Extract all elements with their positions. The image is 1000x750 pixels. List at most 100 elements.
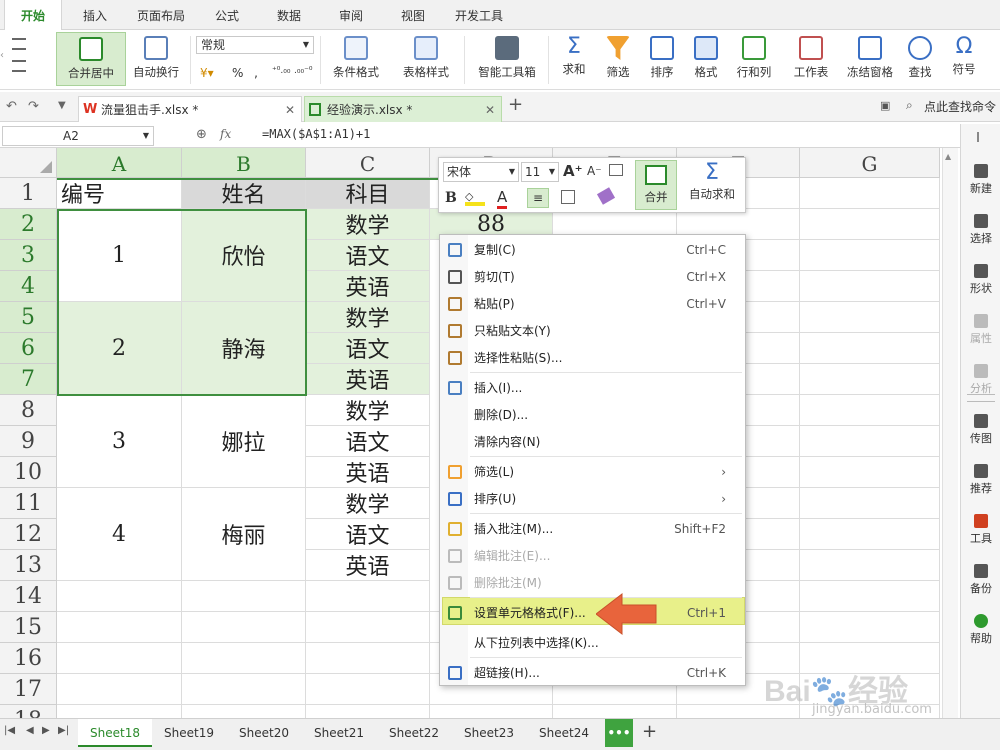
table-style-button[interactable]: 表格样式 bbox=[394, 32, 458, 86]
cell-G3[interactable] bbox=[800, 240, 940, 271]
new-tab-button[interactable]: + bbox=[508, 94, 523, 115]
cell-G15[interactable] bbox=[800, 612, 940, 643]
row-header-14[interactable]: 14 bbox=[0, 581, 57, 612]
row-header-11[interactable]: 11 bbox=[0, 488, 57, 519]
ribbon-scroll-left-icon[interactable]: ‹ bbox=[0, 50, 8, 70]
search-icon[interactable]: ⌕ bbox=[906, 98, 913, 113]
collapse-icon[interactable] bbox=[977, 132, 985, 142]
row-header-18[interactable]: 18 bbox=[0, 705, 57, 718]
quick-access-dropdown-icon[interactable]: ▼ bbox=[58, 100, 66, 111]
sidebar-select[interactable]: 选择 bbox=[961, 214, 1000, 246]
menu-item-paste[interactable]: 粘贴(P) Ctrl+V bbox=[442, 291, 744, 317]
doc-tab-1[interactable]: W 流量狙击手.xlsx * ✕ bbox=[78, 96, 302, 122]
wrap-text-button[interactable]: 自动换行 bbox=[128, 32, 184, 86]
tab-insert[interactable]: 插入 bbox=[70, 0, 120, 30]
font-color-icon[interactable]: A bbox=[497, 188, 508, 209]
sidebar-backup[interactable]: 备份 bbox=[961, 564, 1000, 596]
sheet-tab-Sheet20[interactable]: Sheet20 bbox=[227, 719, 301, 747]
vertical-scrollbar[interactable]: ▲ bbox=[942, 148, 958, 718]
cell-A15[interactable] bbox=[57, 612, 182, 643]
align-center-icon[interactable]: ≡ bbox=[527, 188, 549, 208]
cell-C3[interactable]: 语文 bbox=[306, 240, 430, 271]
row-header-2[interactable]: 2 bbox=[0, 209, 57, 240]
cell-B11[interactable]: 梅丽 bbox=[182, 488, 306, 581]
tab-formulas[interactable]: 公式 bbox=[204, 0, 250, 30]
align-icons[interactable] bbox=[12, 36, 46, 84]
freeze-panes-button[interactable]: 冻结窗格 bbox=[842, 32, 898, 86]
close-icon[interactable]: ✕ bbox=[285, 97, 295, 123]
cell-A14[interactable] bbox=[57, 581, 182, 612]
column-header-G[interactable]: G bbox=[800, 148, 940, 178]
menu-item-hyperlink[interactable]: 超链接(H)... Ctrl+K bbox=[442, 660, 744, 686]
display-icon[interactable]: ▣ bbox=[880, 99, 890, 112]
sidebar-tools[interactable]: 工具 bbox=[961, 514, 1000, 546]
menu-item-delete[interactable]: 删除(D)... bbox=[442, 402, 744, 428]
close-icon[interactable]: ✕ bbox=[485, 97, 495, 123]
font-size-select[interactable]: 11 ▼ bbox=[521, 162, 559, 182]
filter-button[interactable]: 筛选 bbox=[598, 32, 638, 86]
sum-button[interactable]: Σ 求和 bbox=[554, 32, 594, 86]
cell-C8[interactable]: 数学 bbox=[306, 395, 430, 426]
mini-merge-button[interactable]: 合并 bbox=[635, 160, 677, 210]
cell-G10[interactable] bbox=[800, 457, 940, 488]
eraser-icon[interactable] bbox=[596, 187, 616, 205]
cell-A16[interactable] bbox=[57, 643, 182, 674]
menu-item-paste-text-only[interactable]: 只粘贴文本(Y) bbox=[442, 318, 744, 344]
row-header-9[interactable]: 9 bbox=[0, 426, 57, 457]
smart-toolbox-button[interactable]: 智能工具箱 bbox=[472, 32, 542, 86]
cell-G4[interactable] bbox=[800, 271, 940, 302]
cell-B16[interactable] bbox=[182, 643, 306, 674]
scroll-grip-icon[interactable] bbox=[967, 394, 995, 402]
scroll-up-icon[interactable]: ▲ bbox=[945, 152, 951, 161]
decrease-font-icon[interactable]: A⁻ bbox=[587, 164, 602, 178]
cell-C2[interactable]: 数学 bbox=[306, 209, 430, 240]
row-header-12[interactable]: 12 bbox=[0, 519, 57, 550]
cell-C6[interactable]: 语文 bbox=[306, 333, 430, 364]
cell-G5[interactable] bbox=[800, 302, 940, 333]
cell-style-icon[interactable] bbox=[609, 164, 623, 176]
menu-item-format-cells[interactable]: 设置单元格格式(F)... Ctrl+1 bbox=[442, 600, 744, 626]
row-header-8[interactable]: 8 bbox=[0, 395, 57, 426]
sheet-tab-Sheet21[interactable]: Sheet21 bbox=[302, 719, 376, 747]
sheet-tab-Sheet23[interactable]: Sheet23 bbox=[452, 719, 526, 747]
sidebar-upload-image[interactable]: 传图 bbox=[961, 414, 1000, 446]
row-header-16[interactable]: 16 bbox=[0, 643, 57, 674]
cell-C1[interactable]: 科目 bbox=[306, 178, 430, 209]
cell-G7[interactable] bbox=[800, 364, 940, 395]
sheet-last-icon[interactable]: ▶| bbox=[58, 725, 69, 736]
cell-B18[interactable] bbox=[182, 705, 306, 718]
cell-C15[interactable] bbox=[306, 612, 430, 643]
conditional-format-button[interactable]: 条件格式 bbox=[326, 32, 386, 86]
comma-button[interactable]: ‚ bbox=[254, 66, 258, 80]
bold-button[interactable]: B bbox=[445, 190, 457, 206]
currency-icon[interactable]: ¥▾ bbox=[200, 66, 214, 80]
row-header-13[interactable]: 13 bbox=[0, 550, 57, 581]
cell-A18[interactable] bbox=[57, 705, 182, 718]
cell-A1[interactable]: 编号 bbox=[57, 178, 182, 209]
column-header-A[interactable]: A bbox=[57, 148, 182, 178]
cell-C17[interactable] bbox=[306, 674, 430, 705]
increase-decimal-button[interactable]: ⁺⁰.₀₀ bbox=[272, 66, 290, 76]
fill-color-icon[interactable]: ◇ bbox=[465, 190, 485, 206]
tab-home[interactable]: 开始 bbox=[4, 0, 62, 31]
sheet-next-icon[interactable]: ▶ bbox=[42, 725, 50, 736]
cell-D18[interactable] bbox=[430, 705, 553, 718]
cell-G14[interactable] bbox=[800, 581, 940, 612]
cell-G11[interactable] bbox=[800, 488, 940, 519]
increase-font-icon[interactable]: A⁺ bbox=[563, 162, 583, 180]
cell-G1[interactable] bbox=[800, 178, 940, 209]
cell-C10[interactable]: 英语 bbox=[306, 457, 430, 488]
sidebar-shape[interactable]: 形状 bbox=[961, 264, 1000, 296]
sheet-tab-Sheet24[interactable]: Sheet24 bbox=[527, 719, 601, 747]
select-all-corner[interactable] bbox=[0, 148, 57, 178]
cell-G2[interactable] bbox=[800, 209, 940, 240]
sheet-tab-Sheet22[interactable]: Sheet22 bbox=[377, 719, 451, 747]
number-format-select[interactable]: 常规 ▼ bbox=[196, 36, 314, 54]
cell-C5[interactable]: 数学 bbox=[306, 302, 430, 333]
add-sheet-button[interactable]: + bbox=[642, 721, 657, 742]
cell-A11[interactable]: 4 bbox=[57, 488, 182, 581]
sidebar-new[interactable]: 新建 bbox=[961, 164, 1000, 196]
sheet-tab-Sheet19[interactable]: Sheet19 bbox=[152, 719, 226, 747]
sort-button[interactable]: 排序 bbox=[642, 32, 682, 86]
borders-icon[interactable] bbox=[561, 190, 575, 204]
